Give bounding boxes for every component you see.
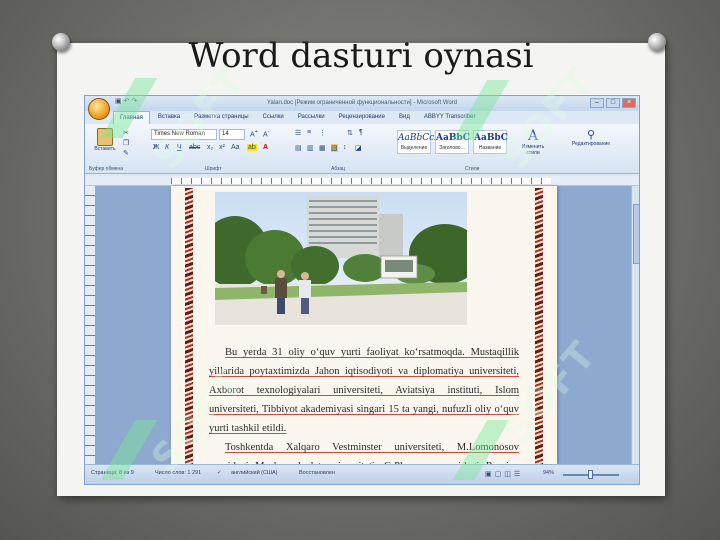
tab-view[interactable]: Вид xyxy=(393,111,416,124)
copy-icon[interactable]: ❐ xyxy=(123,139,129,147)
binoculars-icon: ⚲ xyxy=(586,129,596,141)
tab-mailings[interactable]: Рассылки xyxy=(292,111,331,124)
document-page[interactable]: Bu yerda 31 oliy o‘quv yurti faoliyat ko… xyxy=(171,186,557,484)
font-color-icon[interactable]: A xyxy=(263,144,268,151)
tab-references[interactable]: Ссылки xyxy=(257,111,290,124)
status-bar: Страница: 8 из 9 Число слов: 1 291 ✓ анг… xyxy=(85,464,639,484)
tab-abbyy[interactable]: ABBYY Transcriber xyxy=(418,111,482,124)
subscript-icon[interactable]: x₂ xyxy=(207,144,213,151)
slide-title: Word dasturi oynasi xyxy=(188,36,534,76)
maximize-button[interactable]: □ xyxy=(606,98,620,108)
status-word-count[interactable]: Число слов: 1 291 xyxy=(155,470,201,476)
font-name-field[interactable]: Times New Roman xyxy=(151,129,217,140)
paragraph: Bu yerda 31 oliy o‘quv yurti faoliyat ko… xyxy=(209,347,519,434)
editing-button[interactable]: ⚲ Редактирование xyxy=(561,128,621,147)
tab-review[interactable]: Рецензирование xyxy=(333,111,391,124)
word-window: Yalan.doc [Режим ограниченной функционал… xyxy=(84,95,640,485)
save-icon[interactable]: ▣ xyxy=(115,98,122,105)
style-emphasis[interactable]: AaBbCcI Выделение xyxy=(397,130,438,154)
view-buttons: ▣▢◫☰ xyxy=(485,470,523,478)
zoom-slider-knob[interactable] xyxy=(588,470,593,479)
align-center-icon[interactable]: ▥ xyxy=(307,144,314,152)
bullets-icon[interactable]: ☰ xyxy=(295,129,301,137)
close-button[interactable]: × xyxy=(622,98,636,108)
highlight-icon[interactable]: ab xyxy=(247,144,257,151)
style-name: Название xyxy=(478,145,502,151)
sort-icon[interactable]: ⇅ xyxy=(347,129,353,137)
style-sample: AaBbC xyxy=(474,133,508,143)
underline-icon[interactable]: Ч xyxy=(177,144,182,151)
style-sample: AaBbC xyxy=(436,133,470,143)
ribbon: Вставить ✂ ❐ ✎ Буфер обмена Times New Ro… xyxy=(85,124,639,174)
vertical-scrollbar[interactable] xyxy=(631,186,639,464)
align-right-icon[interactable]: ▦ xyxy=(319,144,326,152)
quick-access-toolbar: ▣ ↶ ↷ xyxy=(115,97,137,105)
paste-button[interactable]: Вставить xyxy=(93,128,117,152)
shrink-font-icon[interactable]: A- xyxy=(263,129,270,138)
tab-insert[interactable]: Вставка xyxy=(152,111,186,124)
style-sample: AaBbCcI xyxy=(398,133,438,143)
undo-icon[interactable]: ↶ xyxy=(124,98,130,105)
office-button[interactable] xyxy=(88,98,110,120)
zoom-level[interactable]: 94% xyxy=(543,470,554,476)
grow-font-icon[interactable]: A+ xyxy=(250,129,258,138)
show-marks-icon[interactable]: ¶ xyxy=(359,129,363,136)
tab-page-layout[interactable]: Разметка страницы xyxy=(188,111,254,124)
multilevel-list-icon[interactable]: ⋮ xyxy=(319,129,326,137)
page-border-left xyxy=(185,188,193,464)
change-styles-button[interactable]: A Изменить стили xyxy=(517,128,549,156)
editing-label: Редактирование xyxy=(571,141,611,147)
status-page[interactable]: Страница: 8 из 9 xyxy=(91,470,134,476)
web-layout-icon[interactable]: ◫ xyxy=(504,471,514,478)
ribbon-tabs: Главная Вставка Разметка страницы Ссылки… xyxy=(113,111,481,124)
numbering-icon[interactable]: ≡ xyxy=(307,129,311,136)
print-layout-icon[interactable]: ▣ xyxy=(485,471,495,478)
change-styles-label: Изменить стили xyxy=(521,144,545,156)
spelling-check-icon[interactable]: ✓ xyxy=(217,470,222,476)
line-spacing-icon[interactable]: ↕ xyxy=(343,144,347,151)
change-styles-icon: A xyxy=(527,128,539,144)
styles-group-label: Стили xyxy=(465,166,480,172)
clipboard-icon xyxy=(97,128,113,146)
horizontal-ruler[interactable] xyxy=(85,176,639,186)
italic-icon[interactable]: К xyxy=(165,144,169,151)
bold-icon[interactable]: Ж xyxy=(153,144,159,151)
clipboard-group-label: Буфер обмена xyxy=(89,166,123,172)
status-mode: Восстановлен xyxy=(299,470,335,476)
window-controls: – □ × xyxy=(590,98,636,108)
cut-icon[interactable]: ✂ xyxy=(123,129,129,137)
paste-label: Вставить xyxy=(94,146,116,152)
paragraph-group-label: Абзац xyxy=(331,166,346,172)
font-size-field[interactable]: 14 xyxy=(219,129,245,140)
campus-photo xyxy=(215,192,467,325)
style-name: Заголово... xyxy=(439,145,465,151)
strikethrough-icon[interactable]: abc xyxy=(189,144,200,151)
vertical-ruler[interactable] xyxy=(85,186,95,464)
outline-icon[interactable]: ☰ xyxy=(514,471,523,478)
style-heading[interactable]: AaBbC Заголово... xyxy=(435,130,470,154)
tab-home[interactable]: Главная xyxy=(113,111,150,124)
superscript-icon[interactable]: x² xyxy=(219,144,225,151)
style-title[interactable]: AaBbC Название xyxy=(473,130,508,154)
ruler-scale xyxy=(171,178,551,184)
justify-icon[interactable]: ▧ xyxy=(331,144,338,152)
full-screen-icon[interactable]: ▢ xyxy=(495,471,505,478)
shading-icon[interactable]: ◪ xyxy=(355,144,362,152)
page-border-right xyxy=(535,188,543,464)
font-group-label: Шрифт xyxy=(205,166,222,172)
scrollbar-thumb[interactable] xyxy=(633,204,639,264)
change-case-icon[interactable]: Aa xyxy=(231,144,240,151)
style-name: Выделение xyxy=(400,145,428,151)
status-language[interactable]: английский (США) xyxy=(231,470,278,476)
redo-icon[interactable]: ↷ xyxy=(131,98,137,105)
align-left-icon[interactable]: ▤ xyxy=(295,144,302,152)
window-title: Yalan.doc [Режим ограниченной функционал… xyxy=(85,96,639,111)
minimize-button[interactable]: – xyxy=(590,98,604,108)
format-painter-icon[interactable]: ✎ xyxy=(123,149,129,157)
document-area: Bu yerda 31 oliy o‘quv yurti faoliyat ko… xyxy=(95,186,631,484)
